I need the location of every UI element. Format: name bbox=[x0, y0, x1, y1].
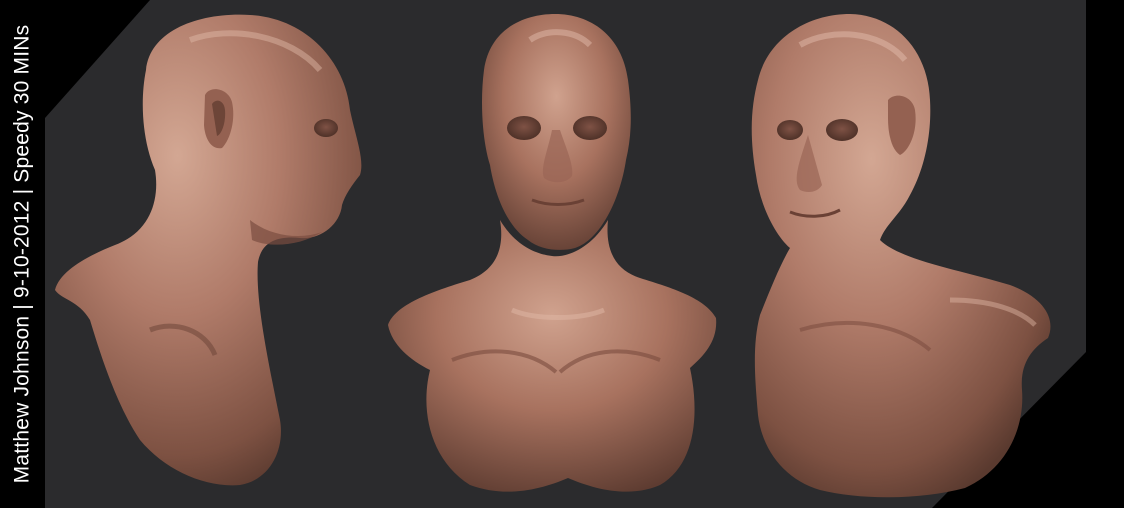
render-backdrop bbox=[0, 0, 1124, 508]
artist-caption: Matthew Johnson | 9-10-2012 | Speedy 30 … bbox=[10, 24, 34, 484]
render-canvas: Matthew Johnson | 9-10-2012 | Speedy 30 … bbox=[0, 0, 1124, 508]
